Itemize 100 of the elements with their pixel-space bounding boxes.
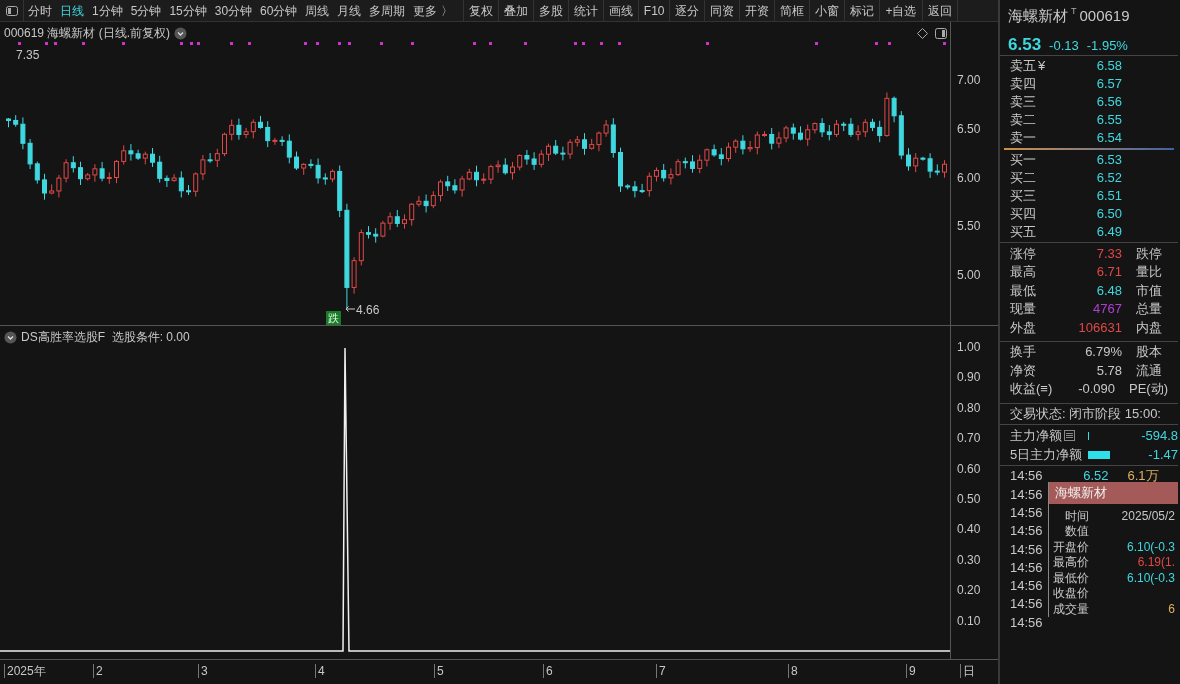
period-tab[interactable]: 5分钟 bbox=[126, 0, 166, 22]
toolbar-button[interactable]: F10 bbox=[638, 0, 671, 22]
order-label: 卖四 bbox=[1010, 75, 1036, 94]
tooltip-label: 最高价 bbox=[1052, 554, 1090, 572]
period-tab[interactable]: 分时 bbox=[24, 0, 56, 22]
stat-label: 股本 bbox=[1135, 343, 1162, 361]
candlestick bbox=[834, 119, 839, 138]
candlestick bbox=[906, 147, 911, 172]
order-price: 6.52 bbox=[1095, 169, 1122, 188]
stat-value: 106631 bbox=[1077, 318, 1122, 337]
chart-title: 000619 海螺新材 (日线.前复权) bbox=[4, 25, 171, 42]
period-tab[interactable]: 日线 bbox=[56, 0, 88, 22]
fund-label: 5日主力净额 bbox=[1010, 445, 1083, 464]
stat-label: 量比 bbox=[1135, 263, 1162, 281]
tooltip-value: 6.10(-0.3 bbox=[1125, 569, 1175, 587]
stat-label: 现量 bbox=[1010, 300, 1037, 318]
percent-change: -1.95% bbox=[1086, 36, 1128, 55]
toolbar-button[interactable]: 多股 bbox=[533, 0, 569, 22]
date-label: 6 bbox=[543, 664, 553, 678]
stat-value: 6.48 bbox=[1095, 281, 1122, 300]
candlestick bbox=[762, 130, 767, 138]
period-tab[interactable]: 周线 bbox=[301, 0, 334, 22]
trade-time: 14:56 bbox=[1010, 504, 1043, 522]
stat-label: 涨停 bbox=[1010, 244, 1037, 263]
fund-label: 主力净额 bbox=[1010, 426, 1062, 445]
period-tab[interactable]: 月线 bbox=[333, 0, 366, 22]
price-change: -0.13 bbox=[1049, 36, 1079, 55]
stat-value: -0.090 bbox=[1077, 380, 1115, 398]
value-tick: 0.60 bbox=[957, 461, 981, 476]
date-label: 7 bbox=[656, 664, 666, 678]
order-price: 6.51 bbox=[1095, 187, 1122, 206]
candlestick bbox=[330, 168, 335, 183]
value-tick: 0.80 bbox=[957, 400, 981, 415]
toolbar-button[interactable]: 叠加 bbox=[498, 0, 534, 22]
stat-label: 收益(≡) bbox=[1010, 380, 1054, 398]
date-label: 2 bbox=[93, 664, 103, 678]
trade-time: 14:56 bbox=[1010, 558, 1043, 577]
period-tab[interactable]: 1分钟 bbox=[88, 0, 127, 22]
stat-label: 最低 bbox=[1010, 281, 1037, 300]
period-tab[interactable]: 30分钟 bbox=[210, 0, 257, 22]
chevron-down-icon[interactable] bbox=[4, 330, 17, 344]
period-tab[interactable]: 60分钟 bbox=[256, 0, 302, 22]
toolbar-button[interactable]: +自选 bbox=[880, 0, 923, 22]
stat-label: 最高 bbox=[1010, 263, 1037, 281]
order-label: 卖三 bbox=[1010, 93, 1036, 112]
candlestick bbox=[402, 213, 407, 230]
stat-label: 市值 bbox=[1135, 281, 1162, 300]
trade-status: 交易状态: 闭市阶段 15:00: bbox=[1010, 405, 1161, 424]
candlestick bbox=[294, 151, 299, 171]
candlestick bbox=[114, 159, 119, 184]
candlestick bbox=[150, 147, 155, 168]
value-tick: 0.40 bbox=[957, 522, 981, 537]
period-tab[interactable]: 多周期 bbox=[365, 0, 410, 22]
toolbar-button[interactable]: 复权 bbox=[463, 0, 499, 22]
stock-tag: T bbox=[1071, 5, 1077, 19]
price-tick: 6.50 bbox=[957, 121, 981, 136]
toolbar-button[interactable]: 简框 bbox=[775, 0, 811, 22]
chevron-down-icon[interactable] bbox=[174, 26, 188, 40]
toolbar-button[interactable]: 标记 bbox=[845, 0, 881, 22]
toolbar-button[interactable]: 同资 bbox=[705, 0, 741, 22]
date-label: 2025年 bbox=[4, 664, 46, 678]
price-tick: 5.50 bbox=[957, 219, 981, 234]
panel-toggle-icon[interactable] bbox=[935, 28, 947, 39]
stock-name: 海螺新材 bbox=[1008, 6, 1068, 26]
period-tab[interactable]: 15分钟 bbox=[165, 0, 211, 22]
tooltip-label: 开盘价 bbox=[1052, 538, 1090, 556]
stat-value: 5.78 bbox=[1095, 361, 1122, 380]
list-icon[interactable] bbox=[1064, 430, 1075, 441]
trade-time: 14:56 bbox=[1010, 522, 1043, 541]
candlestick bbox=[222, 132, 227, 157]
toolbar-button[interactable]: 逐分 bbox=[670, 0, 706, 22]
order-label: 买四 bbox=[1010, 205, 1036, 224]
candlestick bbox=[690, 154, 695, 174]
date-label: 4 bbox=[315, 664, 325, 678]
diamond-icon[interactable] bbox=[917, 28, 928, 39]
tooltip-value: 6 bbox=[1167, 600, 1175, 618]
toolbar-button[interactable]: 小窗 bbox=[810, 0, 846, 22]
stat-label: 外盘 bbox=[1010, 318, 1037, 337]
flow-bar bbox=[1088, 450, 1110, 459]
value-tick: 0.20 bbox=[957, 583, 981, 598]
order-price: 6.50 bbox=[1095, 205, 1122, 224]
candlestick bbox=[258, 115, 263, 130]
tooltip-title: 海螺新材 bbox=[1049, 482, 1178, 504]
toolbar-button[interactable]: 画线 bbox=[603, 0, 639, 22]
stat-value: 6.71 bbox=[1095, 263, 1122, 281]
arrow-icon bbox=[345, 306, 355, 312]
trade-time: 14:56 bbox=[1010, 577, 1043, 596]
toolbar-button[interactable]: 统计 bbox=[568, 0, 604, 22]
trade-time: 14:56 bbox=[1010, 467, 1043, 486]
order-label: 买二 bbox=[1010, 169, 1036, 188]
order-price: 6.54 bbox=[1095, 129, 1122, 148]
stat-value: 6.79% bbox=[1084, 343, 1122, 361]
date-label: 9 bbox=[906, 664, 916, 678]
candlestick bbox=[438, 179, 443, 203]
price-tick: 6.00 bbox=[957, 170, 981, 185]
candlestick bbox=[654, 167, 659, 182]
toolbar-button[interactable]: 开资 bbox=[740, 0, 776, 22]
tooltip-label: 时间 bbox=[1064, 507, 1090, 525]
toolbar-button[interactable]: 返回 bbox=[922, 0, 958, 22]
period-tab[interactable]: 更多 〉 bbox=[409, 0, 457, 22]
